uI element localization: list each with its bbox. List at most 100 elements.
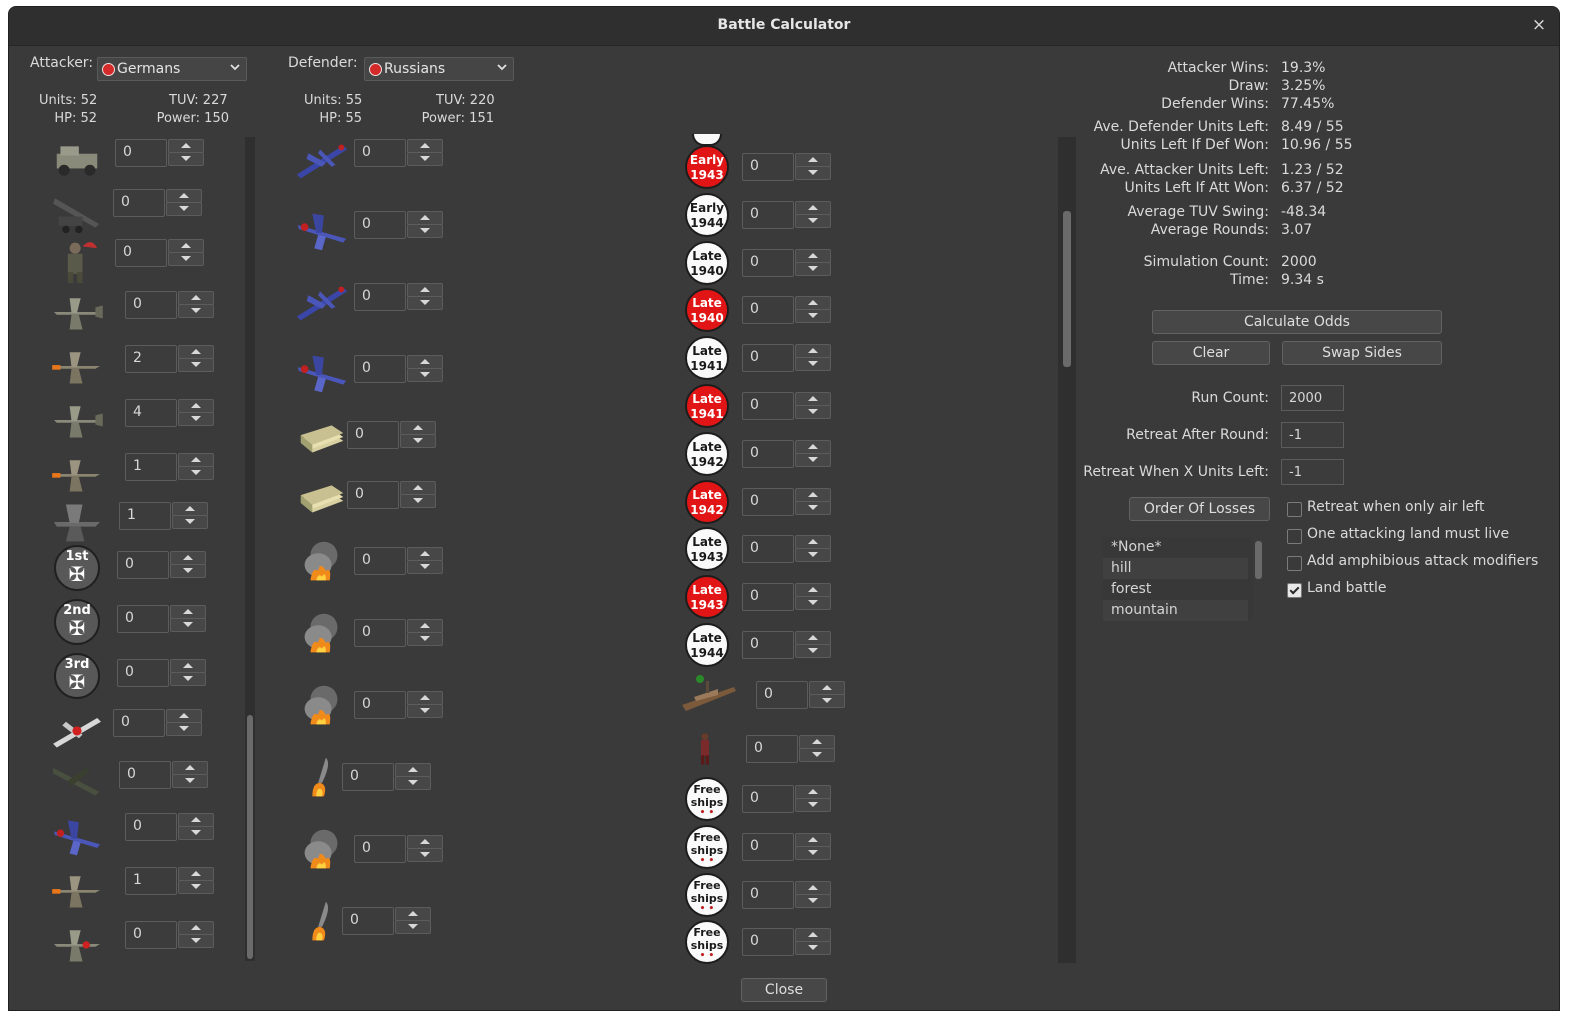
defender-marker-count-input[interactable]: 0 xyxy=(742,583,794,611)
defender-free-ships-count-stepper[interactable] xyxy=(795,928,831,955)
increment-arrow-icon[interactable] xyxy=(795,928,831,942)
increment-arrow-icon[interactable] xyxy=(407,547,443,561)
decrement-arrow-icon[interactable] xyxy=(407,560,443,574)
decrement-arrow-icon[interactable] xyxy=(178,826,214,840)
increment-arrow-icon[interactable] xyxy=(400,481,436,495)
increment-arrow-icon[interactable] xyxy=(795,583,831,597)
attacker-unit-count-input[interactable]: 0 xyxy=(117,551,169,579)
defender-unit-count-input[interactable]: 0 xyxy=(354,691,406,719)
defender-ship-count-input[interactable]: 0 xyxy=(756,681,808,709)
defender-unit-count-stepper[interactable] xyxy=(407,691,443,718)
increment-arrow-icon[interactable] xyxy=(407,619,443,633)
increment-arrow-icon[interactable] xyxy=(172,502,208,516)
decrement-arrow-icon[interactable] xyxy=(795,596,831,610)
increment-arrow-icon[interactable] xyxy=(170,551,206,565)
defender-marker-count-stepper[interactable] xyxy=(795,488,831,515)
decrement-arrow-icon[interactable] xyxy=(795,894,831,908)
increment-arrow-icon[interactable] xyxy=(795,833,831,847)
increment-arrow-icon[interactable] xyxy=(178,867,214,881)
defender-unit-count-stepper[interactable] xyxy=(407,283,443,310)
defender-unit-count-stepper[interactable] xyxy=(407,835,443,862)
attacker-unit-count-stepper[interactable] xyxy=(178,399,214,426)
defender-marker-count-stepper[interactable] xyxy=(795,631,831,658)
defender-soldier-count-input[interactable]: 0 xyxy=(746,735,798,763)
defender-marker-count-input[interactable]: 0 xyxy=(742,535,794,563)
defender-unit-count-input[interactable]: 0 xyxy=(354,139,406,167)
close-window-icon[interactable]: × xyxy=(1529,15,1549,35)
terrain-list-scroll-thumb[interactable] xyxy=(1255,541,1262,579)
attacker-unit-count-input[interactable]: 1 xyxy=(125,867,177,895)
decrement-arrow-icon[interactable] xyxy=(168,252,204,266)
defender-marker-count-input[interactable]: 0 xyxy=(742,344,794,372)
attacker-unit-count-stepper[interactable] xyxy=(168,239,204,266)
increment-arrow-icon[interactable] xyxy=(170,659,206,673)
attacker-unit-count-input[interactable]: 0 xyxy=(113,189,165,217)
defender-select[interactable]: Russians xyxy=(364,57,514,81)
defender-unit-count-stepper[interactable] xyxy=(407,355,443,382)
increment-arrow-icon[interactable] xyxy=(795,881,831,895)
decrement-arrow-icon[interactable] xyxy=(407,848,443,862)
increment-arrow-icon[interactable] xyxy=(178,453,214,467)
decrement-arrow-icon[interactable] xyxy=(178,304,214,318)
increment-arrow-icon[interactable] xyxy=(795,392,831,406)
defender-unit-count-stepper[interactable] xyxy=(407,547,443,574)
decrement-arrow-icon[interactable] xyxy=(795,644,831,658)
defender-marker-count-input[interactable]: 0 xyxy=(742,631,794,659)
attacker-unit-count-input[interactable]: 1 xyxy=(119,502,171,530)
decrement-arrow-icon[interactable] xyxy=(795,798,831,812)
decrement-arrow-icon[interactable] xyxy=(178,412,214,426)
attacker-unit-count-input[interactable]: 2 xyxy=(125,345,177,373)
increment-arrow-icon[interactable] xyxy=(407,211,443,225)
terrain-option[interactable]: forest xyxy=(1103,579,1248,600)
attacker-unit-count-input[interactable]: 0 xyxy=(113,709,165,737)
attacker-unit-count-stepper[interactable] xyxy=(166,189,202,216)
attacker-unit-count-stepper[interactable] xyxy=(166,709,202,736)
attacker-unit-count-stepper[interactable] xyxy=(170,659,206,686)
increment-arrow-icon[interactable] xyxy=(795,344,831,358)
decrement-arrow-icon[interactable] xyxy=(407,632,443,646)
decrement-arrow-icon[interactable] xyxy=(795,214,831,228)
defender-free-ships-count-input[interactable]: 0 xyxy=(742,833,794,861)
increment-arrow-icon[interactable] xyxy=(166,709,202,723)
retreat-units-input[interactable]: -1 xyxy=(1281,459,1344,485)
terrain-option[interactable]: mountain xyxy=(1103,600,1248,621)
decrement-arrow-icon[interactable] xyxy=(795,501,831,515)
decrement-arrow-icon[interactable] xyxy=(395,920,431,934)
land-must-live-checkbox[interactable] xyxy=(1287,529,1302,544)
attacker-unit-count-input[interactable]: 0 xyxy=(117,605,169,633)
attacker-unit-count-input[interactable]: 0 xyxy=(115,139,167,167)
decrement-arrow-icon[interactable] xyxy=(795,357,831,371)
defender-free-ships-count-input[interactable]: 0 xyxy=(742,881,794,909)
increment-arrow-icon[interactable] xyxy=(166,189,202,203)
defender-marker-count-input[interactable]: 0 xyxy=(742,296,794,324)
defender-marker-count-input[interactable]: 0 xyxy=(742,249,794,277)
decrement-arrow-icon[interactable] xyxy=(178,880,214,894)
defender-marker-count-stepper[interactable] xyxy=(795,392,831,419)
decrement-arrow-icon[interactable] xyxy=(407,152,443,166)
defender-free-ships-count-stepper[interactable] xyxy=(795,785,831,812)
attacker-unit-count-stepper[interactable] xyxy=(170,551,206,578)
retreat-air-checkbox[interactable] xyxy=(1287,502,1302,517)
decrement-arrow-icon[interactable] xyxy=(395,776,431,790)
increment-arrow-icon[interactable] xyxy=(178,813,214,827)
increment-arrow-icon[interactable] xyxy=(795,296,831,310)
defender-free-ships-count-input[interactable]: 0 xyxy=(742,785,794,813)
decrement-arrow-icon[interactable] xyxy=(795,309,831,323)
decrement-arrow-icon[interactable] xyxy=(407,368,443,382)
defender-marker-count-stepper[interactable] xyxy=(795,153,831,180)
defender-marker-count-input[interactable]: 0 xyxy=(742,440,794,468)
terrain-option[interactable]: *None* xyxy=(1103,537,1248,558)
attacker-unit-count-stepper[interactable] xyxy=(178,453,214,480)
attacker-unit-count-stepper[interactable] xyxy=(168,139,204,166)
decrement-arrow-icon[interactable] xyxy=(809,694,845,708)
defender-unit-count-input[interactable]: 0 xyxy=(347,481,399,509)
increment-arrow-icon[interactable] xyxy=(395,907,431,921)
defender-unit-count-stepper[interactable] xyxy=(395,763,431,790)
attacker-unit-count-stepper[interactable] xyxy=(178,813,214,840)
defender-unit-count-input[interactable]: 0 xyxy=(342,907,394,935)
run-count-input[interactable]: 2000 xyxy=(1281,385,1344,411)
attacker-unit-count-stepper[interactable] xyxy=(178,345,214,372)
increment-arrow-icon[interactable] xyxy=(795,440,831,454)
defender-unit-count-input[interactable]: 0 xyxy=(354,547,406,575)
attacker-unit-count-input[interactable]: 0 xyxy=(125,813,177,841)
